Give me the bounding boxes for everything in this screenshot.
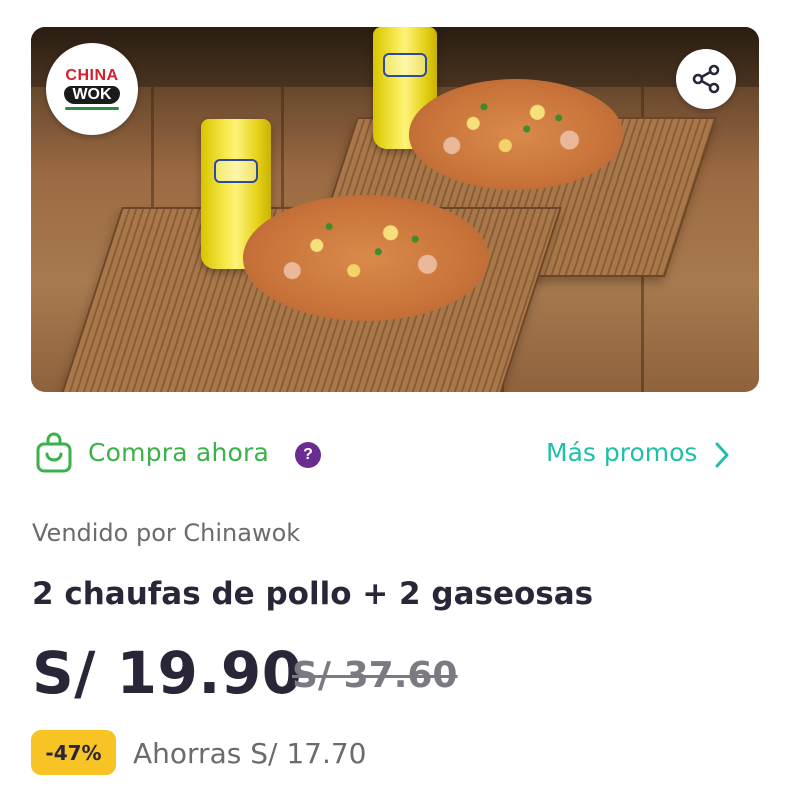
brand-logo-line1: CHINA (65, 67, 119, 84)
brand-swoosh (65, 107, 119, 110)
product-actions-row: Compra ahora ? Más promos (0, 428, 790, 480)
savings-text: Ahorras S/ 17.70 (133, 737, 367, 770)
brand-logo-line2: WOK (64, 86, 120, 104)
seller-text: Vendido por Chinawok (32, 519, 301, 547)
buy-now-link[interactable]: Compra ahora (88, 438, 269, 467)
share-button[interactable] (676, 49, 736, 109)
product-title: 2 chaufas de pollo + 2 gaseosas (32, 576, 594, 612)
original-price: S/ 37.60 (292, 655, 458, 696)
current-price: S/ 19.90 (32, 639, 303, 707)
share-icon (692, 64, 720, 94)
shopping-bag-icon[interactable] (35, 432, 73, 474)
product-image (31, 27, 759, 392)
brand-logo: CHINA WOK (46, 43, 138, 135)
rice-bowl (243, 195, 489, 375)
chevron-right-icon[interactable] (712, 440, 732, 470)
help-icon[interactable]: ? (295, 442, 321, 468)
discount-badge: -47% (31, 730, 116, 775)
more-promos-link[interactable]: Más promos (546, 438, 697, 467)
